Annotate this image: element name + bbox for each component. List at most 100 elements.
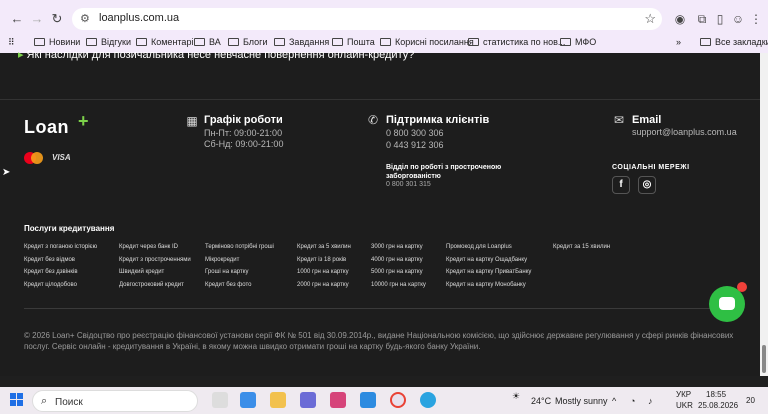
file-explorer-icon[interactable] (270, 392, 286, 408)
service-link[interactable]: Кредит з простроченнями (119, 257, 191, 263)
service-link[interactable]: Довгостроковий кредит (119, 282, 184, 288)
volume-icon[interactable]: ♪ (648, 396, 653, 406)
divider (24, 308, 736, 309)
instagram-icon[interactable]: ◎ (638, 176, 656, 194)
support-phone-1[interactable]: 0 800 300 306 (386, 128, 444, 138)
bookmarks-overflow-icon[interactable]: » (676, 35, 681, 49)
service-link[interactable]: Промокод для Loanplus (446, 244, 512, 250)
service-link[interactable]: Кредит через банк ID (119, 244, 178, 250)
clock-date[interactable]: 25.08.2026 (698, 401, 738, 410)
bookmark-label: ВА (209, 37, 221, 47)
chat-bubble-icon (719, 297, 735, 310)
service-link[interactable]: Кредит цілодобово (24, 282, 77, 288)
scrollbar-thumb[interactable] (762, 345, 766, 373)
arrow-icon: ▸ (18, 49, 24, 61)
folder-icon (194, 38, 205, 46)
chat-button[interactable] (709, 282, 747, 322)
clock-time[interactable]: 18:55 (706, 390, 726, 399)
app-icon[interactable] (300, 392, 316, 408)
copyright-text: © 2026 Loan+ Свідоцтво про реєстрацію фі… (24, 331, 734, 351)
apps-grid-icon[interactable]: ⠿ (8, 35, 15, 49)
weather-desc[interactable]: Mostly sunny (555, 396, 608, 406)
scrollbar[interactable] (760, 53, 768, 376)
logo[interactable]: Loan + (24, 111, 89, 139)
service-link[interactable]: 3000 грн на картку (371, 244, 423, 250)
logo-text: Loan (24, 117, 69, 137)
service-link[interactable]: Терміново потрібні гроші (205, 244, 274, 250)
bookmark-label: Відгуки (101, 37, 132, 47)
facebook-icon[interactable]: f (612, 176, 630, 194)
site-info-icon[interactable]: ⚙ (80, 12, 94, 26)
bookmark-label: МФО (575, 37, 597, 47)
bookmark-label: Коментарі (151, 37, 194, 47)
windows-start-icon[interactable] (10, 393, 24, 407)
profile-icon[interactable]: ☺ (730, 11, 746, 27)
service-link[interactable]: 2000 грн на картку (297, 282, 349, 288)
service-link[interactable]: Мікрокредит (205, 257, 239, 263)
service-link[interactable]: Кредит за 15 хвилин (553, 244, 610, 250)
services-title: Послуги кредитування (24, 224, 115, 233)
bookmark-folder[interactable]: Пошта (332, 35, 375, 49)
bookmark-folder[interactable]: статистика по нов... (468, 35, 565, 49)
weather-icon[interactable]: ☀ (512, 391, 520, 402)
support-phone-2[interactable]: 0 443 912 306 (386, 140, 444, 150)
bookmark-star-icon[interactable]: ☆ (644, 11, 656, 27)
bookmark-folder[interactable]: МФО (560, 35, 596, 49)
bookmark-folder[interactable]: Новини (34, 35, 80, 49)
service-link[interactable]: Кредит на картку Монобанку (446, 282, 526, 288)
notification-count[interactable]: 20 (746, 396, 755, 405)
weather-temp[interactable]: 24°C (531, 396, 551, 406)
bookmark-folder[interactable]: Блоги (228, 35, 267, 49)
service-link[interactable]: 4000 грн на картку (371, 257, 423, 263)
copilot-icon[interactable] (330, 392, 346, 408)
chrome-icon[interactable] (390, 392, 406, 408)
bookmark-folder[interactable]: Завдання (274, 35, 329, 49)
bookmark-label: Пошта (347, 37, 375, 47)
service-link[interactable]: Кредит без відмов (24, 257, 75, 263)
debt-department-title: Відділ по роботі з простроченою заборгов… (386, 164, 502, 180)
back-icon[interactable]: ← (8, 10, 26, 28)
reload-icon[interactable]: ↻ (48, 10, 66, 28)
service-link[interactable]: Швидкий кредит (119, 269, 164, 275)
service-link[interactable]: 1000 грн на картку (297, 269, 349, 275)
service-link[interactable]: Кредит на картку Ощадбанку (446, 257, 527, 263)
service-link[interactable]: Кредит з поганою історією (24, 244, 97, 250)
taskbar-search[interactable]: ⌕ Поиск (32, 390, 198, 412)
service-link[interactable]: Кредит без дзвінків (24, 269, 78, 275)
service-link[interactable]: Гроші на картку (205, 269, 248, 275)
search-icon: ⌕ (41, 395, 48, 407)
folder-icon (332, 38, 343, 46)
extensions-puzzle-icon[interactable]: ⧉ (694, 11, 710, 27)
language-indicator-2[interactable]: UKR (676, 401, 693, 410)
service-link[interactable]: Кредит на картку ПриватБанку (446, 269, 531, 275)
faq-question[interactable]: ▸ Які наслідки для позичальника несе невч… (18, 48, 414, 61)
language-indicator-1[interactable]: УКР (676, 390, 691, 399)
app-icon[interactable] (360, 392, 376, 408)
bookmark-folder[interactable]: ВА (194, 35, 221, 49)
service-link[interactable]: Кредит із 18 років (297, 257, 346, 263)
logo-plus-icon: + (78, 111, 89, 131)
address-bar[interactable]: ⚙ loanplus.com.ua ☆ (72, 8, 662, 30)
telegram-icon[interactable] (420, 392, 436, 408)
menu-icon[interactable]: ⋮ (748, 11, 764, 27)
folder-icon (228, 38, 239, 46)
bookmark-folder[interactable]: Відгуки (86, 35, 131, 49)
schedule-title: Графік роботи (204, 114, 283, 126)
email-address[interactable]: support@loanplus.com.ua (632, 127, 737, 137)
service-link[interactable]: 5000 грн на картку (371, 269, 423, 275)
service-link[interactable]: Кредит за 5 хвилин (297, 244, 351, 250)
debt-department-phone[interactable]: 0 800 301 315 (386, 181, 431, 188)
store-icon[interactable] (240, 392, 256, 408)
all-bookmarks[interactable]: Все закладки (700, 35, 768, 49)
service-link[interactable]: 10000 грн на картку (371, 282, 426, 288)
sidepanel-icon[interactable]: ▯ (712, 11, 728, 27)
bookmark-folder[interactable]: Коментарі (136, 35, 193, 49)
extension-icon[interactable]: ◉ (672, 11, 688, 27)
network-icon[interactable]: ◔ (630, 396, 635, 406)
tray-chevron-icon[interactable]: ^ (612, 396, 616, 406)
task-view-icon[interactable] (212, 392, 228, 408)
forward-icon[interactable]: → (28, 10, 46, 28)
service-link[interactable]: Кредит без фото (205, 282, 251, 288)
folder-icon (86, 38, 97, 46)
bookmark-folder[interactable]: Корисні посилання (380, 35, 474, 49)
